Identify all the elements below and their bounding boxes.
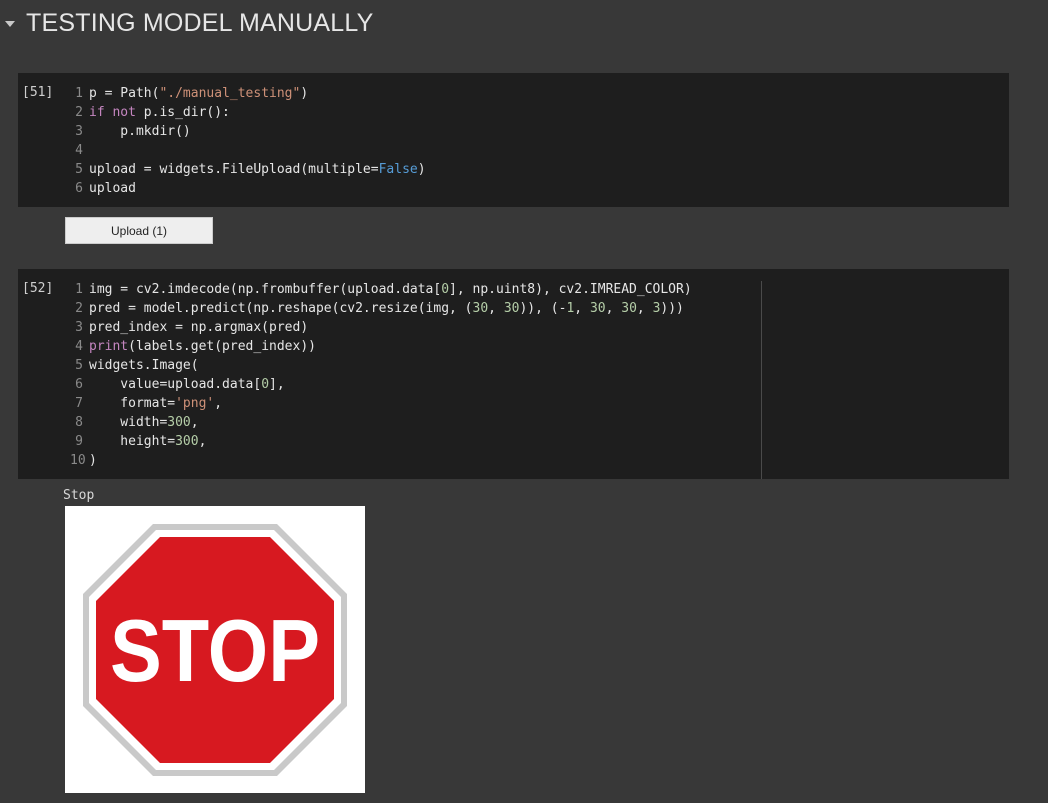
line-number: 5 — [75, 358, 83, 373]
line-number: 3 — [75, 124, 83, 139]
code-text: upload — [89, 181, 136, 196]
line-number: 6 — [75, 181, 83, 196]
code-text: format='png', — [89, 396, 223, 411]
code-text: ) — [89, 453, 97, 468]
code-cell-52[interactable]: [52] 1 img = cv2.imdecode(np.frombuffer(u… — [18, 269, 1009, 479]
code-line[interactable]: 9 height=300, — [70, 432, 692, 451]
code-line[interactable]: 1 p = Path("./manual_testing") — [70, 84, 426, 103]
code-text: print(labels.get(pred_index)) — [89, 339, 316, 354]
line-number: 4 — [75, 339, 83, 354]
code-cell-51[interactable]: [51] 1 p = Path("./manual_testing") 2 if no… — [18, 73, 1009, 207]
chevron-down-icon[interactable] — [0, 6, 22, 40]
line-number: 4 — [75, 143, 83, 158]
code-text: pred_index = np.argmax(pred) — [89, 320, 309, 335]
line-number: 1 — [75, 282, 83, 297]
code-line[interactable]: 4 print(labels.get(pred_index)) — [70, 337, 692, 356]
code-text: value=upload.data[0], — [89, 377, 285, 392]
code-text: height=300, — [89, 434, 207, 449]
line-number: 5 — [75, 162, 83, 177]
code-text: p.mkdir() — [89, 124, 191, 139]
cell-prompt: [52] — [22, 281, 54, 296]
line-number: 8 — [75, 415, 83, 430]
line-length-ruler — [761, 281, 762, 479]
code-text: widgets.Image( — [89, 358, 199, 373]
line-number: 1 — [75, 86, 83, 101]
code-line[interactable]: 2 pred = model.predict(np.reshape(cv2.res… — [70, 299, 692, 318]
code-text: pred = model.predict(np.reshape(cv2.resi… — [89, 301, 684, 316]
code-line[interactable]: 6 upload — [70, 179, 426, 198]
line-number: 2 — [75, 105, 83, 120]
line-number: 6 — [75, 377, 83, 392]
code-text: if not p.is_dir(): — [89, 105, 230, 120]
code-line[interactable]: 3 p.mkdir() — [70, 122, 426, 141]
code-line[interactable]: 4 — [70, 141, 426, 160]
code-text: width=300, — [89, 415, 199, 430]
code-editor[interactable]: 1 p = Path("./manual_testing") 2 if not p.i… — [70, 84, 426, 198]
code-line[interactable]: 7 format='png', — [70, 394, 692, 413]
code-line[interactable]: 6 value=upload.data[0], — [70, 375, 692, 394]
code-text: upload = widgets.FileUpload(multiple=Fal… — [89, 162, 426, 177]
section-title: TESTING MODEL MANUALLY — [26, 8, 374, 37]
upload-button[interactable]: Upload (1) — [65, 217, 213, 244]
line-number: 7 — [75, 396, 83, 411]
cell-prompt: [51] — [22, 85, 54, 100]
code-line[interactable]: 1 img = cv2.imdecode(np.frombuffer(upload… — [70, 280, 692, 299]
line-number: 2 — [75, 301, 83, 316]
code-line[interactable]: 2 if not p.is_dir(): — [70, 103, 426, 122]
output-image: STOP — [65, 506, 365, 793]
code-line[interactable]: 5 widgets.Image( — [70, 356, 692, 375]
line-number: 9 — [75, 434, 83, 449]
line-number: 3 — [75, 320, 83, 335]
code-line[interactable]: 10) — [70, 451, 692, 470]
code-text: img = cv2.imdecode(np.frombuffer(upload.… — [89, 282, 692, 297]
code-line[interactable]: 3 pred_index = np.argmax(pred) — [70, 318, 692, 337]
code-line[interactable]: 8 width=300, — [70, 413, 692, 432]
code-text: p = Path("./manual_testing") — [89, 86, 309, 101]
code-editor[interactable]: 1 img = cv2.imdecode(np.frombuffer(upload… — [70, 280, 692, 470]
stop-sign-text: STOP — [110, 601, 320, 700]
section-header: TESTING MODEL MANUALLY — [0, 6, 374, 40]
line-number: 10 — [70, 453, 86, 468]
cell-output-text: Stop — [63, 488, 95, 503]
code-line[interactable]: 5 upload = widgets.FileUpload(multiple=Fa… — [70, 160, 426, 179]
stop-sign-icon: STOP — [65, 506, 365, 793]
